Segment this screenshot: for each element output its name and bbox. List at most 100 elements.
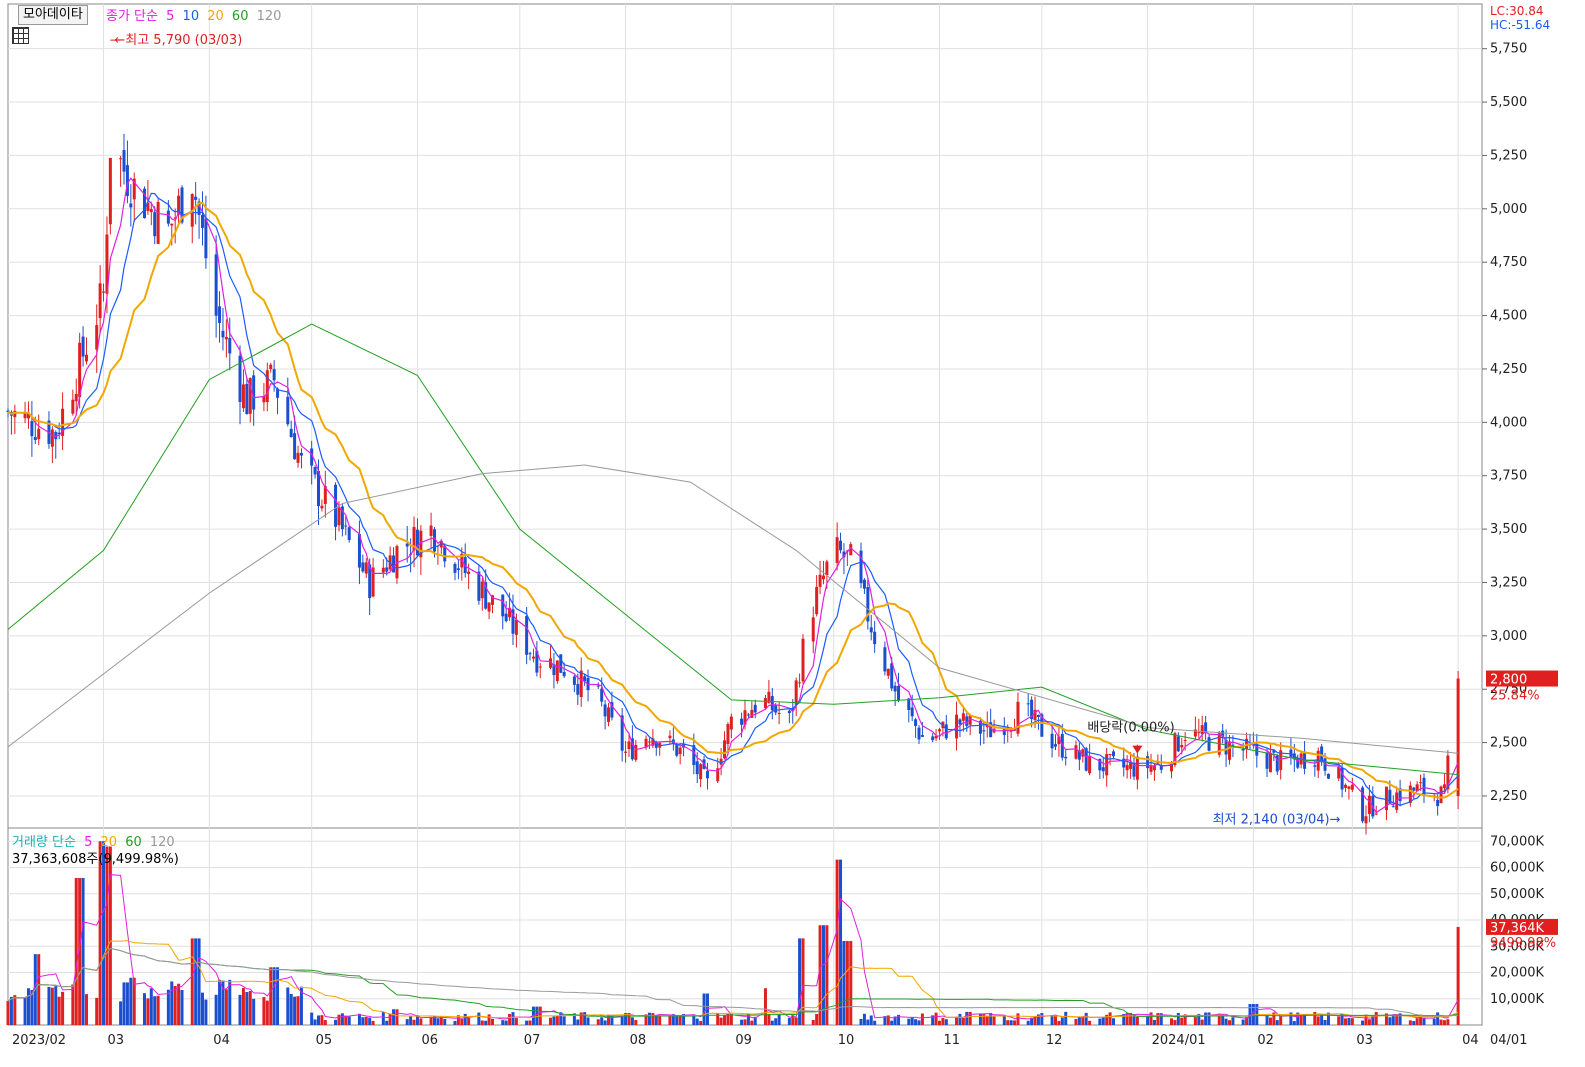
volume-bar bbox=[1268, 1017, 1272, 1025]
candle-body bbox=[607, 707, 611, 722]
volume-bar bbox=[238, 994, 242, 1025]
volume-bar bbox=[1170, 1018, 1174, 1025]
price-tick-label: 5,000 bbox=[1490, 202, 1527, 217]
volume-bar bbox=[381, 1011, 385, 1025]
volume-bar bbox=[265, 1000, 269, 1025]
candle-body bbox=[914, 719, 918, 726]
volume-bar bbox=[504, 1020, 508, 1025]
toolbar-button[interactable]: 모아데이타 bbox=[18, 5, 88, 25]
volume-bar bbox=[675, 1015, 679, 1025]
volume-bar bbox=[528, 1020, 532, 1025]
volume-bar bbox=[958, 1013, 962, 1025]
volume-bar bbox=[439, 1016, 443, 1025]
volume-bar bbox=[1415, 1018, 1419, 1025]
candle-body bbox=[1200, 725, 1204, 734]
candle-body bbox=[961, 713, 965, 721]
volume-bar bbox=[596, 1019, 600, 1025]
grid-icon[interactable] bbox=[12, 27, 29, 44]
volume-bar bbox=[125, 982, 129, 1025]
volume-bar bbox=[429, 1016, 433, 1025]
volume-bar bbox=[658, 1016, 662, 1025]
volume-bar bbox=[1173, 1020, 1177, 1025]
volume-bar bbox=[6, 1001, 10, 1025]
volume-bar bbox=[1060, 1017, 1064, 1025]
candle-body bbox=[763, 698, 767, 709]
candle-body bbox=[1391, 806, 1395, 808]
candle-body bbox=[1436, 799, 1440, 807]
candle-body bbox=[1074, 745, 1078, 759]
candle-body bbox=[1146, 756, 1150, 769]
volume-bar bbox=[262, 997, 266, 1025]
candle-body bbox=[699, 764, 703, 780]
volume-bar bbox=[989, 1013, 993, 1025]
legend-ma10: 10 bbox=[182, 9, 200, 24]
volume-bar bbox=[334, 1019, 338, 1025]
candle-body bbox=[299, 452, 303, 456]
volume-bar bbox=[1009, 1020, 1013, 1025]
volume-bar bbox=[1040, 1013, 1044, 1025]
candle-body bbox=[982, 730, 986, 732]
x-tick-label: 04 bbox=[1462, 1033, 1479, 1048]
candle-body bbox=[30, 421, 34, 437]
volume-bar bbox=[1074, 1019, 1078, 1025]
volume-bar bbox=[289, 993, 293, 1025]
volume-bar bbox=[944, 1019, 948, 1025]
volume-bar bbox=[699, 1021, 703, 1025]
volume-bar bbox=[552, 1016, 556, 1025]
candle-body bbox=[777, 712, 781, 714]
candle-body bbox=[1350, 784, 1354, 790]
volume-bar bbox=[218, 979, 222, 1025]
volume-bar bbox=[316, 1015, 320, 1025]
volume-bar bbox=[1077, 1017, 1081, 1025]
volume-bar bbox=[1439, 1019, 1443, 1025]
candle-body bbox=[562, 671, 566, 677]
volume-bar bbox=[1088, 1020, 1092, 1025]
volume-bar bbox=[774, 1018, 778, 1025]
candle-body bbox=[1439, 786, 1443, 804]
volume-bar bbox=[961, 1017, 965, 1025]
volume-bar bbox=[310, 1012, 314, 1025]
candle-body bbox=[1135, 756, 1139, 780]
volume-bar bbox=[514, 1018, 518, 1025]
candle-body bbox=[729, 716, 733, 730]
candle-body bbox=[579, 670, 583, 698]
volume-bar bbox=[436, 1018, 440, 1025]
high-annotation: ←최고 5,790 (03/03) bbox=[114, 33, 242, 48]
candle-body bbox=[907, 698, 911, 711]
legend-ma5: 5 bbox=[166, 9, 175, 24]
volume-tick-label: 10,000K bbox=[1490, 992, 1544, 1007]
volume-bar bbox=[719, 1017, 723, 1025]
volume-bar bbox=[204, 999, 208, 1025]
volume-bar bbox=[1006, 1020, 1010, 1025]
volume-bar bbox=[934, 1012, 938, 1025]
candle-body bbox=[153, 212, 157, 237]
volume-bar bbox=[142, 993, 146, 1025]
volume-bar bbox=[555, 1015, 559, 1025]
volume-bar bbox=[248, 990, 252, 1025]
volume-bar bbox=[1442, 1020, 1446, 1025]
volume-bar bbox=[166, 989, 170, 1025]
candle-body bbox=[931, 736, 935, 741]
volume-tick-label: 70,000K bbox=[1490, 834, 1544, 849]
volume-info: 37,363,608주(9,499.98%) bbox=[12, 852, 179, 867]
candle-body bbox=[286, 396, 290, 425]
candle-body bbox=[910, 707, 914, 717]
candle-body bbox=[600, 688, 604, 702]
candle-body bbox=[719, 758, 723, 765]
volume-bar bbox=[1016, 1013, 1020, 1025]
candle-body bbox=[1207, 737, 1211, 751]
candle-body bbox=[289, 428, 293, 438]
volume-bar bbox=[1374, 1011, 1378, 1025]
volume-bar bbox=[1408, 1020, 1412, 1025]
candle-body bbox=[241, 384, 245, 409]
volume-bar bbox=[1432, 1018, 1436, 1025]
volume-bar bbox=[392, 1009, 396, 1025]
candle-body bbox=[794, 680, 798, 705]
candle-body bbox=[1344, 784, 1348, 788]
candle-body bbox=[1101, 767, 1105, 772]
candle-body bbox=[71, 399, 75, 414]
stock-chart[interactable]: 2023/02 03 04 05 06 07 08 09 10 11 12 2024/01 02 03 04… bbox=[0, 0, 1585, 1067]
candle-body bbox=[1265, 752, 1269, 769]
x-tick-label: 08 bbox=[630, 1033, 647, 1048]
price-tick-label: 4,000 bbox=[1490, 415, 1527, 430]
